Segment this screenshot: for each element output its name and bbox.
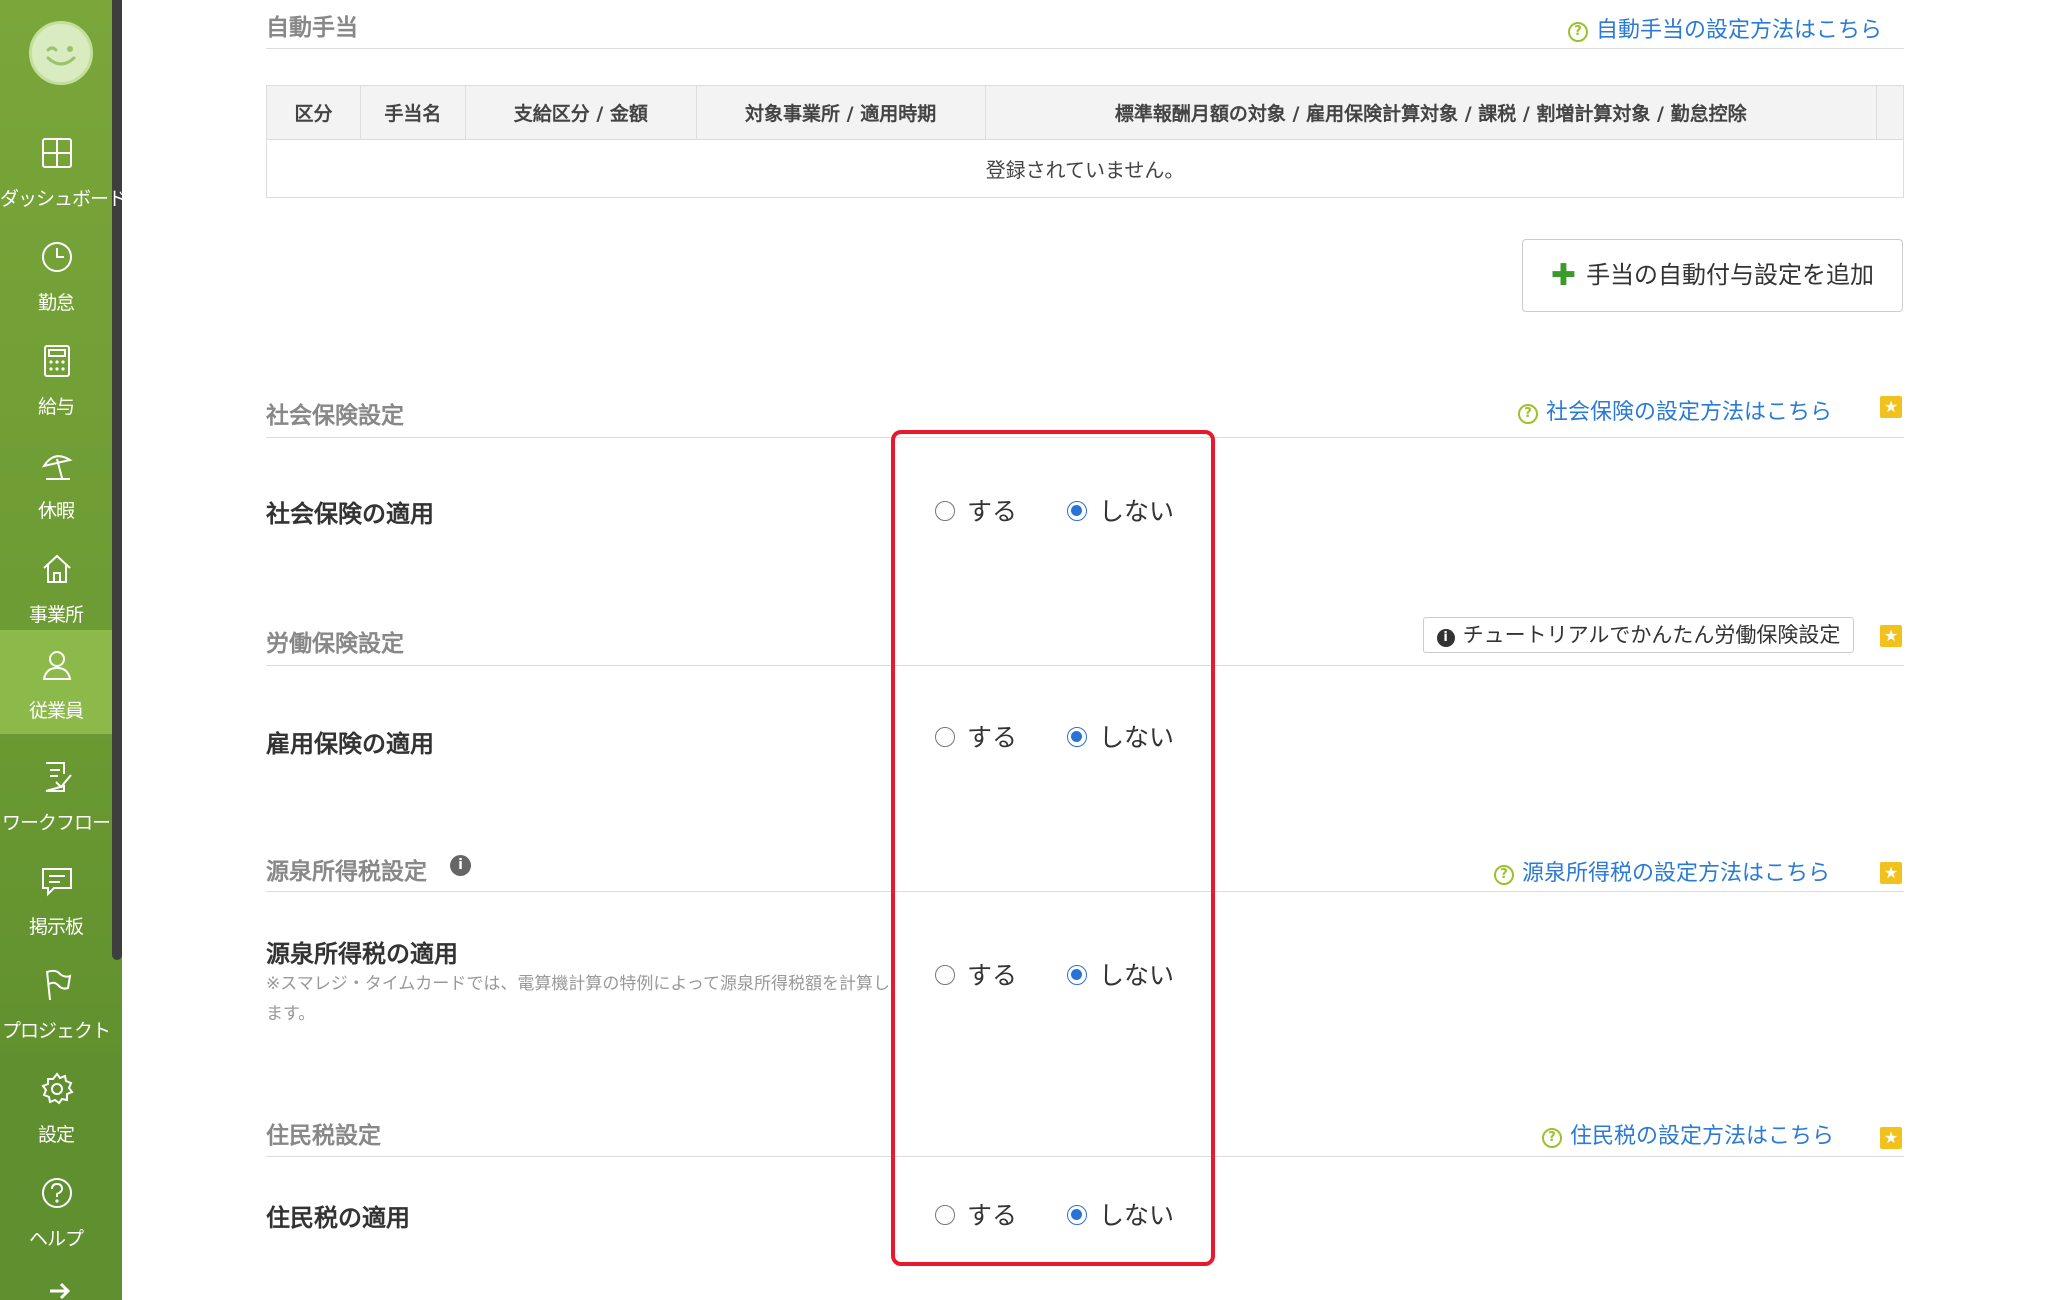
help-circle-icon: ? xyxy=(1494,865,1514,885)
sidebar-item-label: ダッシュボード xyxy=(0,188,127,210)
dashboard-icon xyxy=(42,138,72,168)
table-header: 支給区分 / 金額 xyxy=(464,85,697,140)
table-header: 区分 xyxy=(266,85,361,140)
favorite-star-icon[interactable]: ★ xyxy=(1880,625,1902,647)
section-title-social-insurance: 社会保険設定 xyxy=(266,403,404,429)
help-link-resident-tax[interactable]: ? 住民税の設定方法はこちら xyxy=(1542,1118,1834,1150)
gear-icon xyxy=(41,1072,74,1105)
help-icon xyxy=(42,1178,72,1208)
sidebar: ダッシュボード 勤怠 給与 休暇 事業所 従業員 ワークフロー 掲示板 プロジェ… xyxy=(0,0,127,1300)
table-header: 標準報酬月額の対象 / 雇用保険計算対象 / 課税 / 割増計算対象 / 勤怠控… xyxy=(984,85,1877,140)
info-icon[interactable]: i xyxy=(450,855,471,876)
sidebar-item-settings[interactable]: 設定 xyxy=(0,1054,112,1158)
help-link-text: 住民税の設定方法はこちら xyxy=(1570,1124,1835,1149)
table-header xyxy=(1875,85,1905,140)
button-label: 手当の自動付与設定を追加 xyxy=(1586,261,1875,289)
help-circle-icon: ? xyxy=(1542,1128,1562,1148)
sidebar-item-dashboard[interactable]: ダッシュボード xyxy=(0,118,127,222)
message-board-icon xyxy=(42,868,72,897)
help-circle-icon: ? xyxy=(1518,404,1538,424)
clock-icon xyxy=(42,242,72,272)
button-label: チュートリアルでかんたん労働保険設定 xyxy=(1462,623,1841,647)
logo[interactable] xyxy=(29,21,93,85)
row-label-income-tax: 源泉所得税の適用 xyxy=(266,940,458,968)
section-title-auto-allowance: 自動手当 xyxy=(266,15,358,41)
flag-icon xyxy=(46,969,72,1001)
sidebar-item-label: ワークフロー xyxy=(1,812,111,834)
beach-umbrella-icon xyxy=(41,455,73,480)
favorite-star-icon[interactable]: ★ xyxy=(1880,1127,1902,1149)
help-link-income-tax[interactable]: ? 源泉所得税の設定方法はこちら xyxy=(1494,855,1830,887)
section-title-labor-insurance: 労働保険設定 xyxy=(266,631,404,657)
sidebar-item-label: 設定 xyxy=(37,1124,75,1146)
sidebar-item-label: 勤怠 xyxy=(37,292,75,314)
sidebar-item-bulletin-board[interactable]: 掲示板 xyxy=(0,846,112,950)
highlight-box xyxy=(891,430,1215,1266)
collapse-arrow-icon[interactable] xyxy=(48,1282,72,1300)
home-icon xyxy=(43,554,71,583)
table-header: 手当名 xyxy=(359,85,466,140)
sidebar-scrollbar[interactable] xyxy=(112,0,122,960)
sidebar-item-attendance[interactable]: 勤怠 xyxy=(0,222,112,326)
sidebar-item-label: 給与 xyxy=(37,396,75,418)
plus-icon: ✚ xyxy=(1550,258,1577,293)
income-tax-note: ※スマレジ・タイムカードでは、電算機計算の特例によって源泉所得税額を計算します。 xyxy=(266,974,891,1024)
divider xyxy=(266,48,1904,49)
sidebar-item-leave[interactable]: 休暇 xyxy=(0,430,112,534)
sidebar-item-label: 掲示板 xyxy=(28,916,84,938)
add-auto-allowance-button[interactable]: ✚ 手当の自動付与設定を追加 xyxy=(1522,239,1903,312)
allowance-table: 区分 手当名 支給区分 / 金額 対象事業所 / 適用時期 標準報酬月額の対象 … xyxy=(266,85,1905,198)
help-circle-icon: ? xyxy=(1568,22,1588,42)
sidebar-item-label: 事業所 xyxy=(28,604,84,626)
sidebar-item-label: 従業員 xyxy=(28,700,84,722)
help-link-text: 社会保険の設定方法はこちら xyxy=(1546,400,1833,425)
row-label-social-insurance: 社会保険の適用 xyxy=(266,500,434,528)
sidebar-item-office[interactable]: 事業所 xyxy=(0,534,112,638)
sidebar-item-project[interactable]: プロジェクト xyxy=(0,950,112,1054)
info-icon: i xyxy=(1436,629,1455,647)
sidebar-item-workflow[interactable]: ワークフロー xyxy=(0,742,112,846)
help-link-text: 源泉所得税の設定方法はこちら xyxy=(1522,861,1831,886)
help-link-text: 自動手当の設定方法はこちら xyxy=(1596,18,1883,43)
person-icon xyxy=(42,651,72,680)
table-row: 登録されていません。 xyxy=(266,139,1904,198)
workflow-icon xyxy=(45,762,72,792)
calculator-icon xyxy=(44,345,70,377)
labor-insurance-tutorial-button[interactable]: i チュートリアルでかんたん労働保険設定 xyxy=(1423,617,1854,653)
row-label-employment-insurance: 雇用保険の適用 xyxy=(266,730,434,758)
smile-logo-icon xyxy=(46,46,76,66)
empty-message: 登録されていません。 xyxy=(266,139,1904,198)
sidebar-item-label: プロジェクト xyxy=(1,1020,111,1042)
table-header: 対象事業所 / 適用時期 xyxy=(695,85,986,140)
favorite-star-icon[interactable]: ★ xyxy=(1880,396,1902,418)
help-link-auto-allowance[interactable]: ? 自動手当の設定方法はこちら xyxy=(1568,12,1882,44)
sidebar-item-employees[interactable]: 従業員 xyxy=(0,630,112,734)
table-header-row: 区分 手当名 支給区分 / 金額 対象事業所 / 適用時期 標準報酬月額の対象 … xyxy=(266,85,1905,140)
sidebar-item-help[interactable]: ヘルプ xyxy=(0,1158,112,1262)
sidebar-item-label: 休暇 xyxy=(37,500,75,522)
help-link-social-insurance[interactable]: ? 社会保険の設定方法はこちら xyxy=(1518,394,1832,426)
sidebar-item-label: ヘルプ xyxy=(28,1228,84,1250)
section-title-resident-tax: 住民税設定 xyxy=(266,1123,381,1149)
favorite-star-icon[interactable]: ★ xyxy=(1880,862,1902,884)
row-label-resident-tax: 住民税の適用 xyxy=(266,1204,410,1232)
sidebar-item-payroll[interactable]: 給与 xyxy=(0,326,112,430)
section-title-income-tax: 源泉所得税設定 xyxy=(266,859,427,885)
